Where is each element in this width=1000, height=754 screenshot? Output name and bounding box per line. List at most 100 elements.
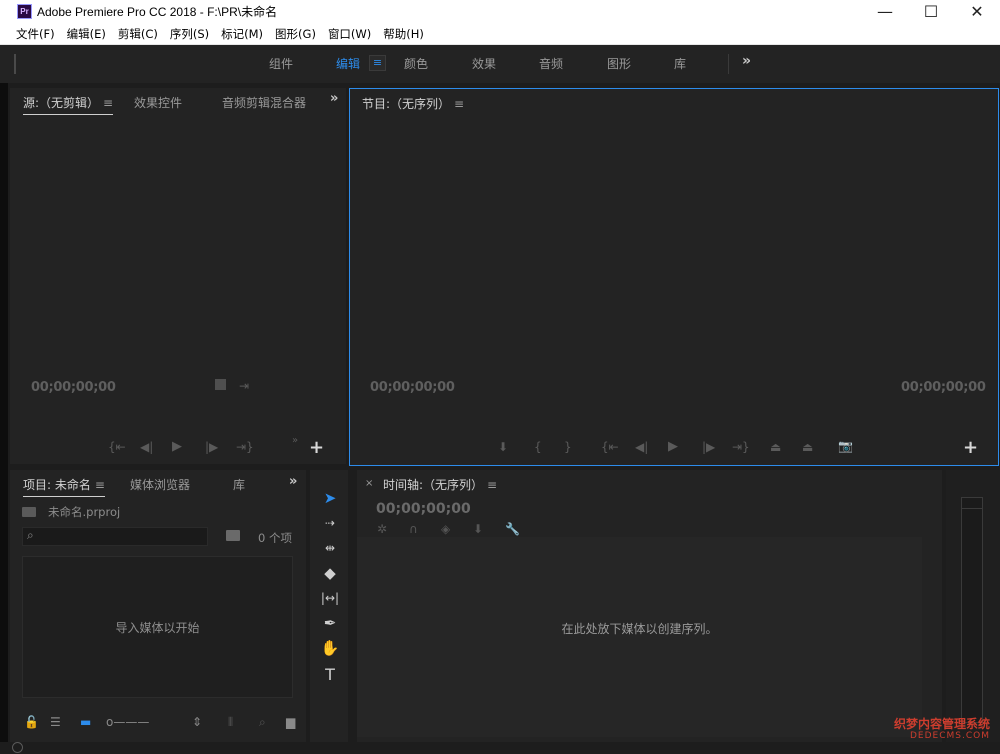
wrench-icon[interactable]: 🔧 (505, 522, 537, 536)
tab-audio-clip-mixer[interactable]: 音频剪辑混合器 (222, 94, 306, 111)
audio-meter-peak (961, 497, 983, 509)
project-drop-area[interactable]: 导入媒体以开始 (22, 556, 293, 698)
workspace-menu-icon[interactable]: ≡ (369, 55, 386, 71)
panel-more-icon[interactable]: » (330, 91, 338, 106)
tab-media-browser[interactable]: 媒体浏览器 (130, 476, 190, 493)
step-forward-icon[interactable]: |▶ (702, 440, 715, 454)
program-monitor-panel: 节目:（无序列） ≡ 00;00;00;00 00;00;00;00 ⬇ { } … (349, 88, 999, 466)
menu-clip[interactable]: 剪辑(C) (112, 26, 164, 42)
lock-icon[interactable]: 🔓 (24, 715, 39, 729)
workspace-tab-assembly[interactable]: 组件 (269, 55, 293, 72)
project-file-name: 未命名.prproj (48, 505, 121, 519)
hand-tool-icon[interactable]: ✋ (319, 638, 341, 658)
panel-menu-icon[interactable]: ≡ (103, 96, 113, 110)
timeline-panel: × 时间轴:（无序列） ≡ 00;00;00;00 ✲ ∩ ◈ ⬇ 🔧 在此处放下… (357, 470, 942, 742)
snap-icon[interactable]: ∩ (409, 522, 441, 536)
pen-tool-icon[interactable]: ✒ (319, 613, 341, 633)
go-to-in-icon[interactable]: {⇤ (108, 440, 126, 454)
play-icon[interactable]: ▶ (172, 439, 182, 454)
step-back-icon[interactable]: ◀| (635, 440, 648, 454)
menu-file[interactable]: 文件(F) (10, 26, 61, 42)
linked-selection-icon[interactable]: ◈ (441, 522, 473, 536)
mark-in-icon[interactable]: { (534, 440, 542, 454)
menu-markers[interactable]: 标记(M) (215, 26, 269, 42)
drag-audio-icon[interactable]: ⇥ (239, 379, 249, 393)
maximize-button[interactable]: ☐ (908, 0, 954, 23)
tab-effect-controls[interactable]: 效果控件 (134, 94, 182, 111)
slip-tool-icon[interactable]: |↔| (319, 588, 341, 608)
step-back-icon[interactable]: ◀| (140, 440, 153, 454)
ripple-edit-tool-icon[interactable]: ⇹ (319, 538, 341, 558)
workspace-grip[interactable] (14, 54, 16, 74)
panel-menu-icon[interactable]: ≡ (487, 478, 497, 492)
title-bar: Pr Adobe Premiere Pro CC 2018 - F:\PR\未命… (0, 0, 1000, 23)
program-duration-timecode: 00;00;00;00 (901, 380, 986, 395)
workspace-tab-color[interactable]: 颜色 (404, 55, 428, 72)
workspace-tab-effects[interactable]: 效果 (472, 55, 496, 72)
window-controls: — ☐ ✕ (862, 0, 1000, 23)
status-icon[interactable] (12, 742, 23, 753)
list-view-icon[interactable]: ☰ (50, 715, 61, 729)
menu-sequence[interactable]: 序列(S) (164, 26, 215, 42)
add-marker-icon[interactable]: ⬇ (473, 522, 505, 536)
menu-help[interactable]: 帮助(H) (377, 26, 430, 42)
menu-graphics[interactable]: 图形(G) (269, 26, 322, 42)
selection-tool-icon[interactable]: ➤ (319, 488, 341, 508)
new-bin-icon[interactable]: ▆ (286, 715, 295, 729)
go-to-out-icon[interactable]: ⇥} (236, 440, 254, 454)
track-select-tool-icon[interactable]: ⇢ (319, 513, 341, 533)
workspace-tab-libraries[interactable]: 库 (674, 55, 686, 72)
mark-out-icon[interactable]: } (564, 440, 572, 454)
add-marker-icon[interactable]: ⬇ (498, 440, 508, 454)
panel-menu-icon[interactable]: ≡ (454, 97, 464, 111)
menu-window[interactable]: 窗口(W) (322, 26, 377, 42)
automate-to-sequence-icon[interactable]: ⫴ (228, 715, 233, 730)
watermark-line2: DEDECMS.COM (910, 731, 990, 741)
timeline-toolbar: ✲ ∩ ◈ ⬇ 🔧 (377, 522, 537, 536)
panel-menu-icon[interactable]: ≡ (95, 478, 105, 492)
zoom-slider-icon[interactable]: o——— (106, 715, 149, 729)
step-forward-icon[interactable]: |▶ (205, 440, 218, 454)
watermark: 织梦内容管理系统 DEDECMS.COM (894, 718, 990, 742)
audio-meter-panel (946, 470, 1000, 742)
export-frame-icon[interactable]: 📷 (838, 439, 853, 453)
play-icon[interactable]: ▶ (668, 439, 678, 454)
close-tab-icon[interactable]: × (365, 478, 373, 489)
icon-view-icon[interactable]: ▬ (80, 715, 91, 729)
audio-meter-bar (961, 497, 983, 723)
nest-icon[interactable]: ✲ (377, 522, 409, 536)
tab-timeline[interactable]: 时间轴:（无序列） ≡ (383, 476, 497, 493)
type-tool-icon[interactable]: T (319, 665, 341, 685)
workspace-tab-graphics[interactable]: 图形 (607, 55, 631, 72)
watermark-line1: 织梦内容管理系统 (893, 717, 990, 731)
go-to-in-icon[interactable]: {⇤ (601, 440, 619, 454)
button-editor-add-icon[interactable]: + (309, 439, 324, 457)
tab-source[interactable]: 源:（无剪辑） ≡ (23, 94, 114, 115)
timeline-track-area[interactable]: 在此处放下媒体以创建序列。 (357, 537, 922, 737)
tab-libraries[interactable]: 库 (233, 476, 245, 493)
tab-project[interactable]: 项目: 未命名 ≡ (23, 476, 105, 497)
minimize-button[interactable]: — (862, 0, 908, 23)
search-icon: ⌕ (27, 528, 34, 542)
close-button[interactable]: ✕ (954, 0, 1000, 23)
find-icon[interactable] (226, 530, 240, 541)
extract-icon[interactable]: ⏏ (802, 440, 813, 454)
project-search-input[interactable]: ⌕ (22, 527, 208, 546)
go-to-out-icon[interactable]: ⇥} (732, 440, 750, 454)
timeline-timecode[interactable]: 00;00;00;00 (376, 501, 471, 517)
source-timecode[interactable]: 00;00;00;00 (31, 380, 116, 395)
tab-program[interactable]: 节目:（无序列） ≡ (362, 95, 464, 112)
button-editor-add-icon[interactable]: + (963, 439, 978, 457)
workspace-tab-audio[interactable]: 音频 (539, 55, 563, 72)
workspace-tab-editing[interactable]: 编辑 (336, 55, 360, 72)
sort-icon[interactable]: ⇕ (192, 715, 202, 729)
drag-video-icon[interactable] (215, 379, 226, 390)
lift-icon[interactable]: ⏏ (770, 440, 781, 454)
panel-more-icon[interactable]: » (289, 474, 297, 489)
find-icon[interactable]: ⌕ (259, 715, 266, 730)
menu-edit[interactable]: 编辑(E) (61, 26, 112, 42)
button-overflow-icon[interactable]: » (292, 435, 298, 446)
razor-tool-icon[interactable]: ◆ (319, 563, 341, 583)
workspace-more-icon[interactable]: » (742, 53, 751, 69)
program-playhead-timecode[interactable]: 00;00;00;00 (370, 380, 455, 395)
